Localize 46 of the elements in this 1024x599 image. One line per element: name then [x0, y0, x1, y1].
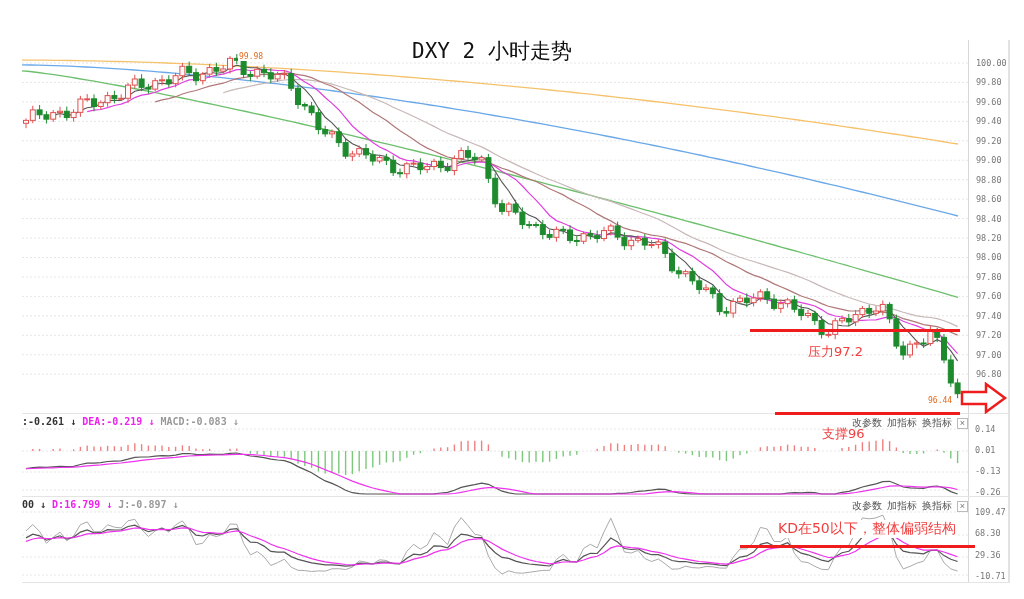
axis-label: 98.20 — [975, 231, 1003, 245]
indicator-value: D:16.799 ↓ — [52, 499, 113, 510]
chart-title: DXY 2 小时走势 — [412, 38, 572, 65]
axis-label: -10.71 — [974, 569, 1007, 582]
close-button[interactable]: × — [957, 417, 968, 429]
indicator-button[interactable]: 换指标 — [922, 417, 952, 429]
axis-label: 109.47 — [974, 506, 1007, 519]
indicator-value: J:-0.897 ↓ — [118, 499, 179, 510]
axis-label: 98.60 — [975, 193, 1003, 207]
annotation-text: 压力97.2 — [808, 343, 863, 361]
low-price-label: 96.44 — [928, 396, 953, 405]
indicator-button[interactable]: 换指标 — [922, 500, 952, 512]
axis-label: 97.20 — [975, 329, 1003, 343]
axis-label: 99.20 — [975, 134, 1003, 148]
arrow-icon — [960, 382, 1008, 414]
indicator-value: DEA:-0.219 ↓ — [82, 416, 155, 427]
axis-label: 98.40 — [975, 212, 1003, 226]
annotation-text: 支撑96 — [822, 426, 865, 443]
axis-label: 99.00 — [975, 154, 1003, 168]
axis-label: 99.60 — [975, 95, 1003, 109]
axis-label: 97.80 — [975, 270, 1003, 284]
axis-label: 99.40 — [975, 115, 1003, 129]
axis-label: 98.80 — [975, 173, 1003, 187]
annotation-text: KD在50以下，整体偏弱结构 — [776, 520, 958, 538]
axis-label: 97.60 — [975, 290, 1003, 304]
indicator-button[interactable]: 加指标 — [887, 500, 917, 512]
axis-label: 0.14 — [974, 423, 997, 435]
axis-label: 98.00 — [975, 251, 1003, 265]
peak-price-label: 99.98 — [238, 52, 265, 61]
axis-label: 0.01 — [974, 444, 997, 456]
indicator-button[interactable]: 加指标 — [887, 417, 917, 429]
indicator-button[interactable]: 改参数 — [852, 500, 882, 512]
indicator-button[interactable]: 改参数 — [852, 417, 882, 429]
indicator-value: MACD:-0.083 ↓ — [160, 416, 239, 427]
axis-label: 100.00 — [975, 57, 1008, 70]
close-button[interactable]: × — [957, 500, 968, 512]
axis-label: 96.80 — [975, 368, 1003, 381]
axis-label: 68.30 — [974, 527, 1002, 540]
axis-label: 99.80 — [975, 76, 1003, 90]
indicator-value: 00 ↓ — [22, 499, 47, 510]
axis-label: 97.00 — [975, 348, 1003, 362]
axis-label: -0.26 — [974, 486, 1002, 498]
indicator-value: :-0.261 ↓ — [22, 416, 77, 427]
axis-label: -0.13 — [974, 465, 1002, 477]
axis-label: 97.40 — [975, 309, 1003, 323]
axis-label: 29.36 — [974, 548, 1002, 561]
